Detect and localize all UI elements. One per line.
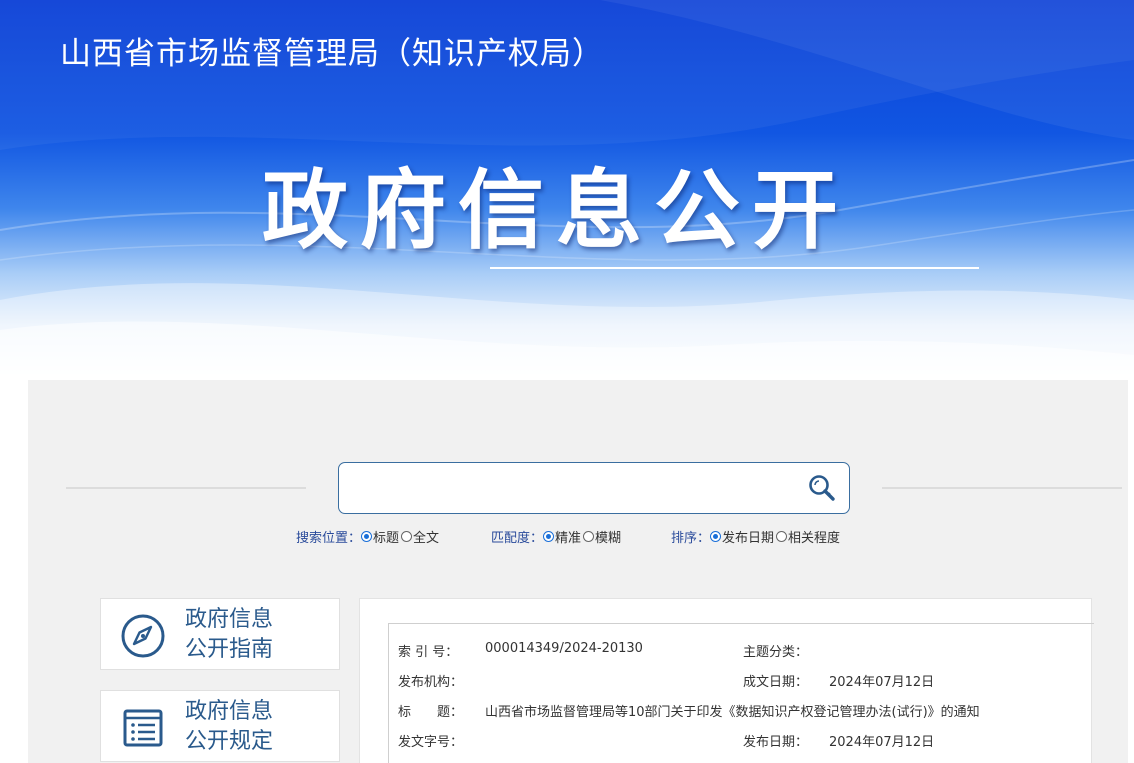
sidebar-item-rules-line2: 公开规定 bbox=[185, 727, 273, 757]
published-date-value: 2024年07月12日 bbox=[829, 731, 934, 750]
radio-fulltext-dot[interactable] bbox=[401, 531, 412, 542]
radio-title-dot[interactable] bbox=[361, 531, 372, 542]
search-icon bbox=[807, 473, 837, 503]
divider-left bbox=[66, 487, 306, 489]
radio-title-label: 标题 bbox=[373, 527, 399, 546]
radio-sort-date-dot[interactable] bbox=[710, 531, 721, 542]
site-name[interactable]: 山西省市场监督管理局（知识产权局） bbox=[60, 28, 604, 73]
sidebar-item-guide-line1: 政府信息 bbox=[185, 605, 273, 635]
created-date-value: 2024年07月12日 bbox=[829, 671, 934, 690]
radio-fulltext-label: 全文 bbox=[413, 527, 439, 546]
sidebar-item-rules[interactable]: 政府信息 公开规定 bbox=[100, 690, 340, 762]
radio-sort-relevance-dot[interactable] bbox=[776, 531, 787, 542]
publisher-label: 发布机构： bbox=[398, 671, 463, 690]
sidebar-item-guide[interactable]: 政府信息 公开指南 bbox=[100, 598, 340, 670]
radio-sort-date-label: 发布日期 bbox=[722, 527, 774, 546]
sidebar-item-rules-line1: 政府信息 bbox=[185, 697, 273, 727]
radio-fuzzy[interactable]: 模糊 bbox=[583, 527, 621, 546]
search-options: 搜索位置： 标题 全文 匹配度： 精准 模糊 排序： bbox=[0, 527, 1134, 547]
radio-exact-label: 精准 bbox=[555, 527, 581, 546]
index-value: 000014349/2024-20130 bbox=[485, 641, 643, 656]
compass-icon bbox=[119, 612, 167, 660]
doc-number-label: 发文字号： bbox=[398, 731, 463, 750]
search-position-group: 搜索位置： 标题 全文 bbox=[296, 527, 441, 546]
search-position-label: 搜索位置： bbox=[296, 527, 361, 546]
radio-title[interactable]: 标题 bbox=[361, 527, 399, 546]
created-date-label: 成文日期： bbox=[743, 671, 808, 690]
banner-title: 政府信息公开 bbox=[262, 140, 850, 265]
document-list-icon bbox=[119, 704, 167, 752]
radio-exact[interactable]: 精准 bbox=[543, 527, 581, 546]
match-group: 匹配度： 精准 模糊 bbox=[491, 527, 623, 546]
search-button[interactable] bbox=[805, 471, 839, 505]
published-date-label: 发布日期： bbox=[743, 731, 808, 750]
radio-fuzzy-label: 模糊 bbox=[595, 527, 621, 546]
title-underline bbox=[490, 267, 979, 269]
radio-fulltext[interactable]: 全文 bbox=[401, 527, 439, 546]
title-label: 标 题： bbox=[398, 701, 463, 720]
index-label: 索 引 号： bbox=[398, 641, 458, 660]
sidebar-item-rules-text: 政府信息 公开规定 bbox=[185, 697, 273, 757]
radio-exact-dot[interactable] bbox=[543, 531, 554, 542]
sidebar-item-guide-line2: 公开指南 bbox=[185, 635, 273, 665]
divider-right bbox=[882, 487, 1122, 489]
header-banner: 山西省市场监督管理局（知识产权局） 政府信息公开 bbox=[0, 0, 1134, 380]
match-label: 匹配度： bbox=[491, 527, 543, 546]
sidebar-item-guide-text: 政府信息 公开指南 bbox=[185, 605, 273, 665]
search-box bbox=[338, 462, 850, 514]
sort-group: 排序： 发布日期 相关程度 bbox=[671, 527, 842, 546]
radio-sort-date[interactable]: 发布日期 bbox=[710, 527, 774, 546]
radio-fuzzy-dot[interactable] bbox=[583, 531, 594, 542]
radio-sort-relevance[interactable]: 相关程度 bbox=[776, 527, 840, 546]
search-input[interactable] bbox=[349, 471, 789, 505]
radio-sort-relevance-label: 相关程度 bbox=[788, 527, 840, 546]
sort-label: 排序： bbox=[671, 527, 710, 546]
title-value: 山西省市场监督管理局等10部门关于印发《数据知识产权登记管理办法(试行)》的通知 bbox=[485, 701, 980, 720]
page: 山西省市场监督管理局（知识产权局） 政府信息公开 搜索位置： 标题 bbox=[0, 0, 1134, 763]
topic-label: 主题分类： bbox=[743, 641, 808, 660]
